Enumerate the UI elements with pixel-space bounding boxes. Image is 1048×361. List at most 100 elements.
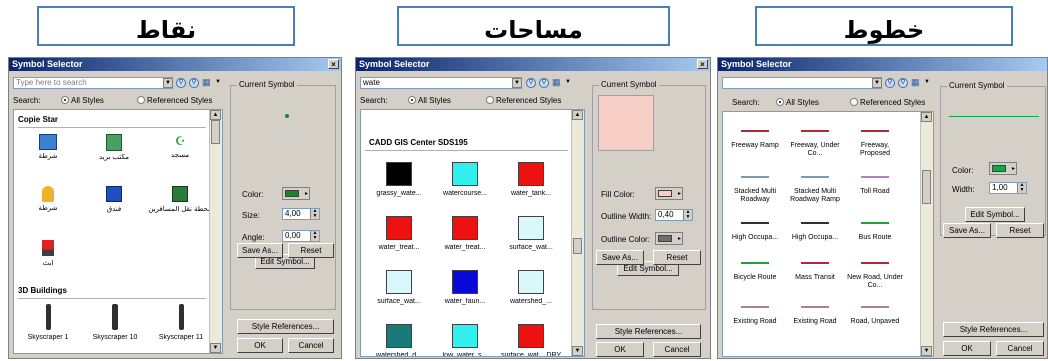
close-button[interactable]: × <box>328 59 339 69</box>
symbol-item[interactable]: Skyscraper 1 <box>16 304 80 342</box>
search-input[interactable]: wate <box>360 77 522 89</box>
style-references-button[interactable]: Style References... <box>943 322 1044 337</box>
view-dropdown-icon[interactable]: ▼ <box>924 79 930 85</box>
fill-color-button[interactable]: ▸ <box>655 187 683 200</box>
size-input[interactable]: 4,00 ▲ ▼ <box>282 208 320 220</box>
symbol-list-scrollbar[interactable]: ▲ ▼ <box>920 112 933 356</box>
symbol-item[interactable]: Toll Road <box>845 172 905 212</box>
symbol-item[interactable]: High Occupa... <box>725 218 785 258</box>
view-dropdown-icon[interactable]: ▼ <box>215 79 221 85</box>
ok-button[interactable]: OK <box>237 338 283 353</box>
symbol-item[interactable]: surface_wat... <box>369 270 429 320</box>
scroll-down-button[interactable]: ▼ <box>921 346 932 356</box>
search-input[interactable]: Type here to search <box>13 77 173 89</box>
save-as-button[interactable]: Save As... <box>596 250 644 265</box>
outline-width-spinner[interactable]: ▲ ▼ <box>683 210 692 220</box>
width-input[interactable]: 1,00 ▲ ▼ <box>989 182 1027 194</box>
scroll-thumb[interactable] <box>211 120 220 144</box>
width-spinner[interactable]: ▲ ▼ <box>1017 183 1026 193</box>
symbol-item[interactable]: surface_wat... DRY <box>501 324 561 356</box>
symbol-item[interactable]: Stacked Multi Roadway <box>725 172 785 212</box>
search-icon[interactable]: ⚲ <box>885 78 895 88</box>
symbol-item[interactable]: شرطة <box>20 134 76 161</box>
symbol-item[interactable]: Freeway, Under Co... <box>785 126 845 166</box>
save-as-button[interactable]: Save As... <box>943 223 991 238</box>
symbol-item[interactable]: water_faun... <box>435 270 495 320</box>
symbol-item[interactable]: Existing Road <box>785 302 845 342</box>
close-button[interactable]: × <box>697 59 708 69</box>
color-picker-button[interactable]: ▸ <box>282 187 310 200</box>
referenced-styles-radio[interactable] <box>850 98 858 106</box>
scroll-down-button[interactable]: ▼ <box>572 346 583 356</box>
symbol-item[interactable]: Stacked Multi Roadway Ramp <box>785 172 845 212</box>
symbol-item[interactable]: Road, Unpaved <box>845 302 905 342</box>
symbol-item[interactable]: High Occupa... <box>785 218 845 258</box>
symbol-item[interactable]: فندق <box>86 186 142 214</box>
scroll-thumb[interactable] <box>573 238 582 254</box>
symbol-item[interactable]: Freeway Ramp <box>725 126 785 166</box>
symbol-item[interactable]: Freeway, Proposed <box>845 126 905 166</box>
referenced-styles-radio[interactable] <box>486 96 494 104</box>
cancel-button[interactable]: Cancel <box>996 341 1044 356</box>
symbol-item[interactable]: Bicycle Route <box>725 258 785 298</box>
style-references-button[interactable]: Style References... <box>237 319 334 334</box>
style-references-button[interactable]: Style References... <box>596 324 701 339</box>
all-styles-radio[interactable] <box>408 96 416 104</box>
save-as-button[interactable]: Save As... <box>237 243 283 258</box>
symbol-item[interactable]: watercourse... <box>435 162 495 212</box>
search-input[interactable] <box>722 77 882 89</box>
scroll-down-button[interactable]: ▼ <box>210 343 221 353</box>
referenced-styles-radio[interactable] <box>137 96 145 104</box>
search-icon[interactable]: ⚲ <box>526 78 536 88</box>
symbol-item[interactable]: شرطة <box>20 186 76 213</box>
symbol-item[interactable]: محطة نقل المسافرين <box>148 186 212 214</box>
search-dropdown-button[interactable]: ▼ <box>163 78 173 88</box>
edit-symbol-button[interactable]: Edit Symbol... <box>965 207 1025 222</box>
outline-width-input[interactable]: 0,40 ▲ ▼ <box>655 209 693 221</box>
symbol-item[interactable]: grassy_wate... <box>369 162 429 212</box>
all-styles-radio[interactable] <box>776 98 784 106</box>
symbol-item[interactable]: ابث <box>20 240 76 268</box>
outline-color-button[interactable]: ▸ <box>655 232 683 245</box>
reset-button[interactable]: Reset <box>996 223 1044 238</box>
symbol-item[interactable]: مكتب بريد <box>86 134 142 162</box>
ok-button[interactable]: OK <box>596 342 644 357</box>
scroll-up-button[interactable]: ▲ <box>572 110 583 120</box>
symbol-list-scrollbar[interactable]: ▲ ▼ <box>209 110 222 353</box>
advanced-search-icon[interactable]: ⚲ <box>189 78 199 88</box>
symbol-item[interactable]: Existing Road <box>725 302 785 342</box>
symbol-item[interactable]: water_tank... <box>501 162 561 212</box>
cancel-button[interactable]: Cancel <box>653 342 701 357</box>
scroll-up-button[interactable]: ▲ <box>210 110 221 120</box>
symbol-item[interactable]: New Road, Under Co... <box>845 258 905 298</box>
size-spinner[interactable]: ▲ ▼ <box>310 209 319 219</box>
reset-button[interactable]: Reset <box>653 250 701 265</box>
scroll-thumb[interactable] <box>922 170 931 204</box>
view-dropdown-icon[interactable]: ▼ <box>565 79 571 85</box>
symbol-item[interactable]: water_treat... <box>435 216 495 266</box>
all-styles-radio[interactable] <box>61 96 69 104</box>
symbol-item[interactable]: Skyscraper 11 <box>148 304 214 342</box>
symbol-item[interactable]: Bus Route <box>845 218 905 258</box>
angle-spinner[interactable]: ▲ ▼ <box>310 231 319 241</box>
color-picker-button[interactable]: ▸ <box>989 162 1017 175</box>
symbol-item[interactable]: Mass Transit <box>785 258 845 298</box>
view-options-icon[interactable]: ▦ <box>552 77 561 88</box>
symbol-item[interactable]: low_water_s... <box>435 324 495 356</box>
scroll-up-button[interactable]: ▲ <box>921 112 932 122</box>
cancel-button[interactable]: Cancel <box>288 338 334 353</box>
symbol-item[interactable]: surface_wat... <box>501 216 561 266</box>
advanced-search-icon[interactable]: ⚲ <box>898 78 908 88</box>
advanced-search-icon[interactable]: ⚲ <box>539 78 549 88</box>
view-options-icon[interactable]: ▦ <box>202 77 211 88</box>
angle-input[interactable]: 0,00 ▲ ▼ <box>282 230 320 242</box>
search-dropdown-button[interactable]: ▼ <box>872 78 882 88</box>
symbol-item[interactable]: water_treat... <box>369 216 429 266</box>
search-dropdown-button[interactable]: ▼ <box>512 78 522 88</box>
reset-button[interactable]: Reset <box>288 243 334 258</box>
symbol-list-scrollbar[interactable]: ▲ ▼ <box>571 110 584 356</box>
search-icon[interactable]: ⚲ <box>176 78 186 88</box>
symbol-item[interactable]: watershed_d... <box>369 324 429 356</box>
symbol-item[interactable]: watershed_... <box>501 270 561 320</box>
ok-button[interactable]: OK <box>943 341 991 356</box>
